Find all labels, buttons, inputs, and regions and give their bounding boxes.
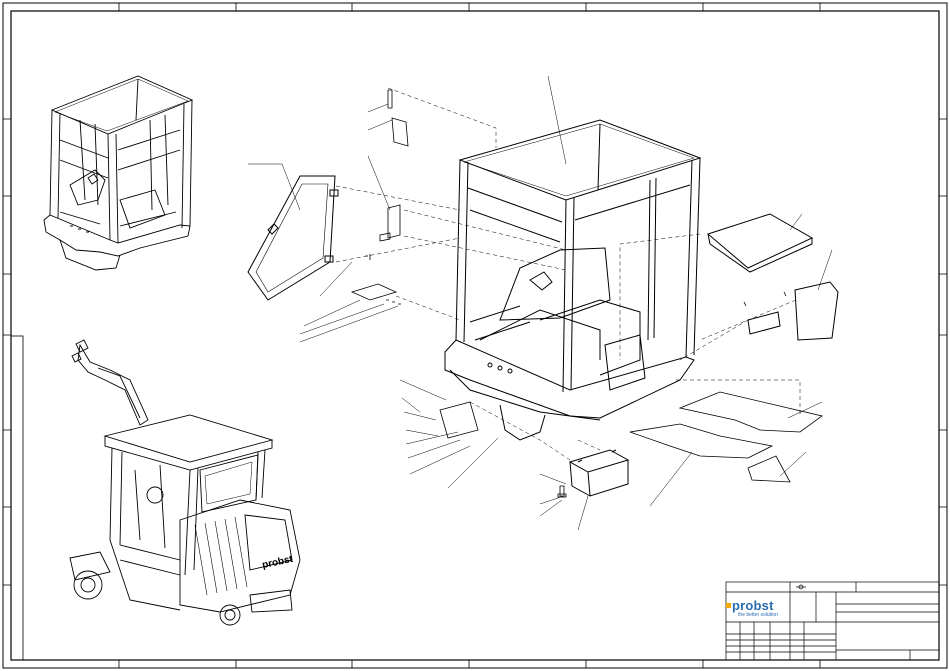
cab-frame [444, 119, 702, 441]
logo-slogan: the better solution [738, 612, 778, 618]
assembly-dashed-lines [335, 87, 801, 461]
door-part [247, 175, 339, 301]
mirror-bracket-part [379, 89, 409, 242]
side-panels [706, 213, 839, 341]
title-block [725, 581, 940, 661]
sweeper-machine-view [69, 339, 301, 626]
logo-mark-icon [726, 603, 731, 608]
company-logo: probst the better solution [726, 598, 792, 618]
drawing-sheet [2, 2, 948, 669]
small-cab-view [43, 75, 194, 271]
logo-wordmark: probst [732, 598, 774, 613]
floor-mats [629, 391, 823, 483]
battery-part [568, 449, 630, 497]
sheet-border [2, 2, 948, 669]
